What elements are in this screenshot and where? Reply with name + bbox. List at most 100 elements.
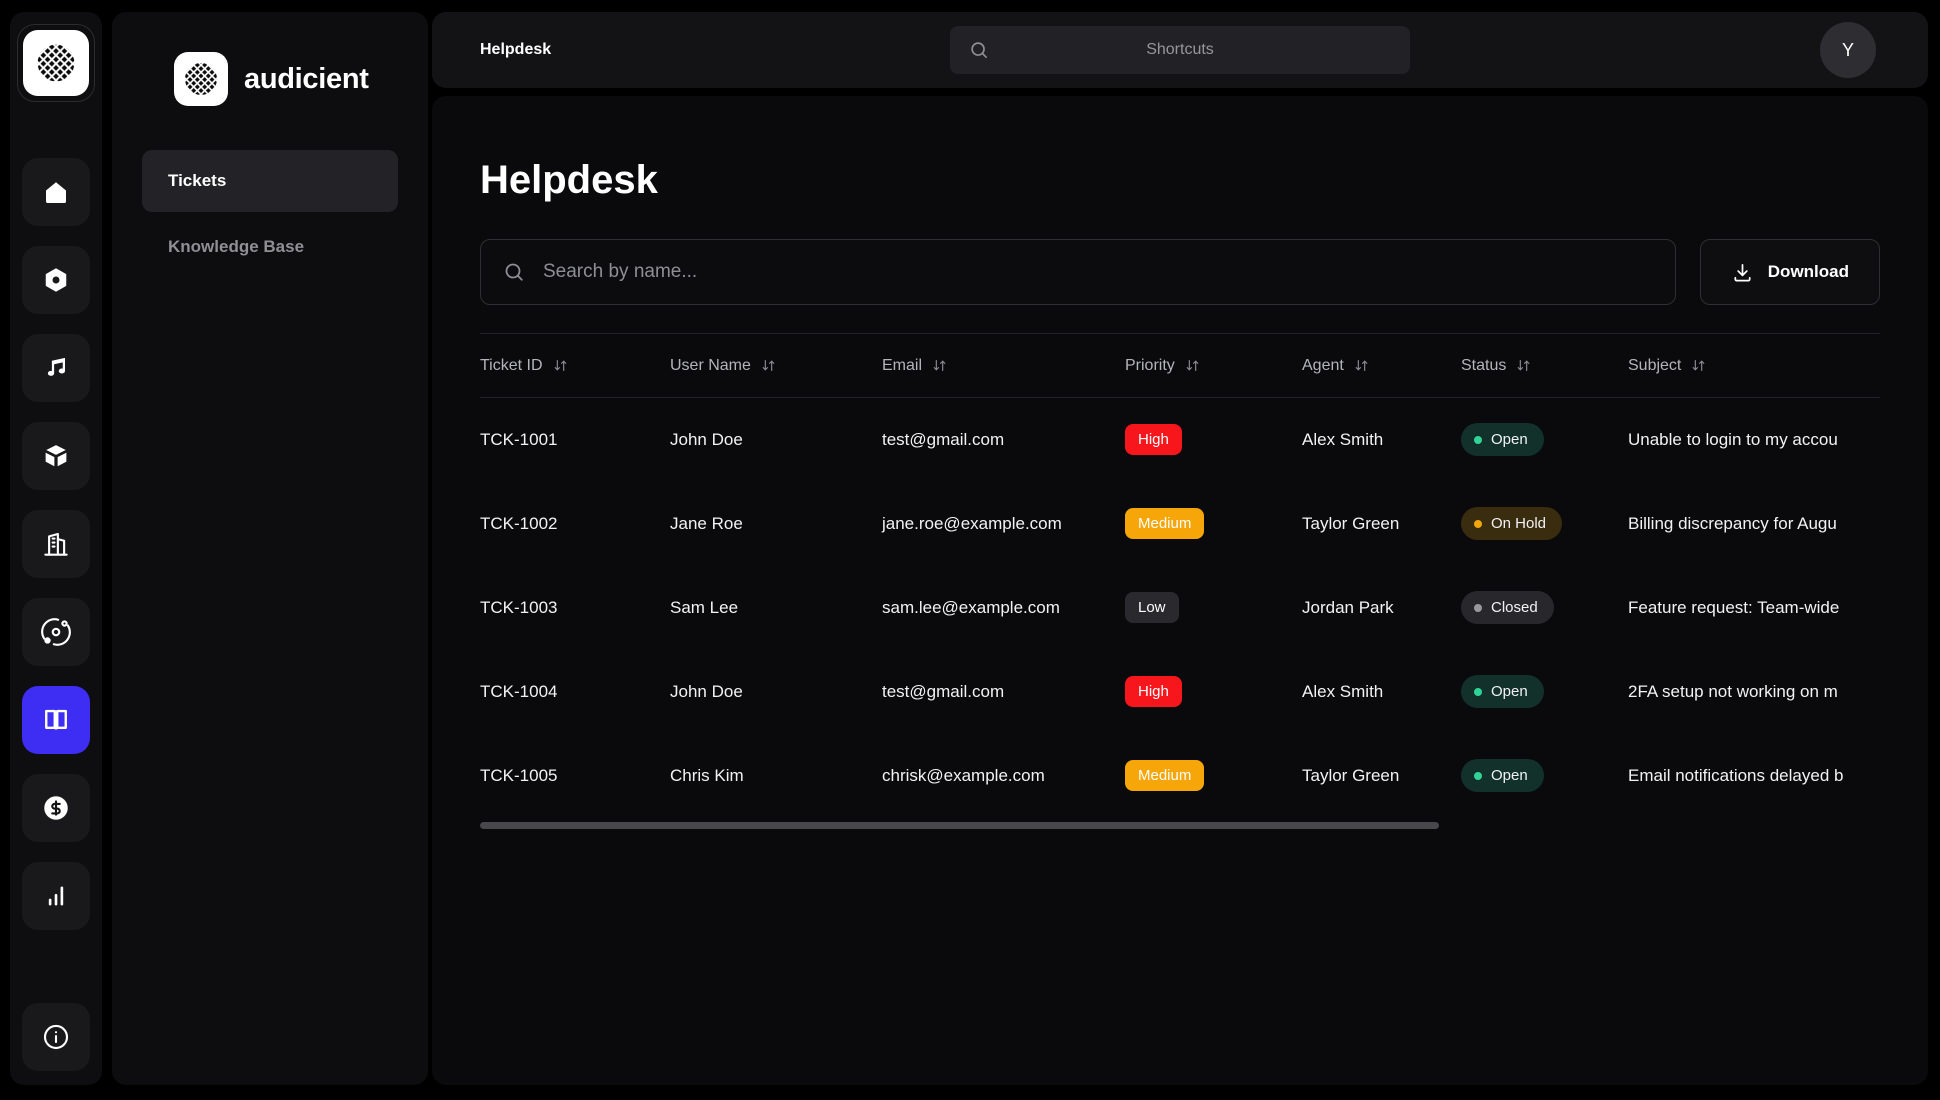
status-dot bbox=[1474, 688, 1482, 696]
search-row: Download bbox=[480, 239, 1880, 305]
agent-cell: Alex Smith bbox=[1302, 398, 1461, 482]
rail-item-dollar-coin-icon[interactable] bbox=[22, 774, 90, 842]
search-input[interactable] bbox=[480, 239, 1676, 305]
status-cell: Open bbox=[1461, 650, 1628, 734]
priority-badge: Medium bbox=[1125, 760, 1204, 791]
status-dot bbox=[1474, 436, 1482, 444]
sidebar-item-knowledge-base[interactable]: Knowledge Base bbox=[142, 216, 398, 278]
ticket-id-cell: TCK-1001 bbox=[480, 398, 670, 482]
status-cell: Open bbox=[1461, 734, 1628, 818]
rail-item-music-note-icon[interactable] bbox=[22, 334, 90, 402]
horizontal-scrollbar-thumb[interactable] bbox=[480, 822, 1439, 829]
horizontal-scrollbar bbox=[480, 822, 1880, 829]
column-label: Priority bbox=[1125, 357, 1175, 375]
search-icon bbox=[502, 260, 526, 284]
priority-cell: Low bbox=[1125, 566, 1302, 650]
user-name-cell: John Doe bbox=[670, 650, 882, 734]
main-content: Helpdesk Download Ticket ID User Name Emai… bbox=[432, 96, 1928, 1085]
topbar: Helpdesk Y bbox=[432, 12, 1928, 88]
column-header-user-name: User Name bbox=[670, 334, 882, 398]
status-dot bbox=[1474, 772, 1482, 780]
sort-icon[interactable] bbox=[1690, 357, 1707, 374]
subject-cell: 2FA setup not working on m bbox=[1628, 650, 1880, 734]
sort-icon[interactable] bbox=[552, 357, 569, 374]
rail-item-open-book-icon[interactable] bbox=[22, 686, 90, 754]
ticket-id-cell: TCK-1003 bbox=[480, 566, 670, 650]
app-logo-icon bbox=[23, 30, 89, 96]
shortcuts-input[interactable] bbox=[950, 26, 1410, 74]
tickets-table-header-row: Ticket ID User Name Email Priority AgentStat… bbox=[480, 334, 1880, 398]
avatar[interactable]: Y bbox=[1820, 22, 1876, 78]
agent-cell: Alex Smith bbox=[1302, 650, 1461, 734]
column-label: Ticket ID bbox=[480, 357, 543, 375]
email-cell: test@gmail.com bbox=[882, 650, 1125, 734]
tickets-table: Ticket ID User Name Email Priority AgentStat… bbox=[480, 333, 1880, 818]
rail-item-hexagon-nut-icon[interactable] bbox=[22, 246, 90, 314]
priority-badge: Low bbox=[1125, 592, 1179, 623]
page-title: Helpdesk bbox=[480, 158, 1880, 203]
email-cell: chrisk@example.com bbox=[882, 734, 1125, 818]
subject-cell: Unable to login to my accou bbox=[1628, 398, 1880, 482]
shortcuts-search bbox=[950, 26, 1410, 74]
tickets-table-body: TCK-1001John Doetest@gmail.comHighAlex S… bbox=[480, 398, 1880, 818]
breadcrumb: Helpdesk bbox=[480, 41, 551, 59]
icon-rail-items bbox=[22, 158, 90, 930]
brand-logo-icon bbox=[174, 52, 228, 106]
column-header-priority: Priority bbox=[1125, 334, 1302, 398]
column-label: Email bbox=[882, 357, 922, 375]
sidebar: audicient TicketsKnowledge Base bbox=[112, 12, 428, 1085]
download-icon bbox=[1731, 261, 1754, 284]
sort-icon[interactable] bbox=[931, 357, 948, 374]
column-header-status: Status bbox=[1461, 334, 1628, 398]
agent-cell: Taylor Green bbox=[1302, 734, 1461, 818]
table-row: TCK-1001John Doetest@gmail.comHigh Alex S… bbox=[480, 398, 1880, 482]
agent-cell: Taylor Green bbox=[1302, 482, 1461, 566]
status-badge: Open bbox=[1461, 675, 1544, 708]
table-row: TCK-1002Jane Roejane.roe@example.comMedi… bbox=[480, 482, 1880, 566]
icon-rail bbox=[10, 12, 102, 1085]
column-header-agent: Agent bbox=[1302, 334, 1461, 398]
rail-item-package-box-icon[interactable] bbox=[22, 422, 90, 490]
user-name-cell: John Doe bbox=[670, 398, 882, 482]
brand: audicient bbox=[112, 12, 428, 106]
status-badge: Open bbox=[1461, 759, 1544, 792]
rail-logo-button[interactable] bbox=[17, 24, 95, 102]
sort-icon[interactable] bbox=[1515, 357, 1532, 374]
rail-item-info-icon[interactable] bbox=[22, 1003, 90, 1071]
sort-icon[interactable] bbox=[760, 357, 777, 374]
ticket-id-cell: TCK-1004 bbox=[480, 650, 670, 734]
rail-item-bar-chart-icon[interactable] bbox=[22, 862, 90, 930]
status-dot bbox=[1474, 520, 1482, 528]
sort-icon[interactable] bbox=[1184, 357, 1201, 374]
status-badge: On Hold bbox=[1461, 507, 1562, 540]
priority-badge: High bbox=[1125, 424, 1182, 455]
ticket-id-cell: TCK-1005 bbox=[480, 734, 670, 818]
table-search bbox=[480, 239, 1676, 305]
column-header-subject: Subject bbox=[1628, 334, 1880, 398]
column-label: User Name bbox=[670, 357, 751, 375]
email-cell: sam.lee@example.com bbox=[882, 566, 1125, 650]
priority-cell: High bbox=[1125, 398, 1302, 482]
priority-cell: Medium bbox=[1125, 734, 1302, 818]
rail-item-orbit-icon[interactable] bbox=[22, 598, 90, 666]
status-badge: Open bbox=[1461, 423, 1544, 456]
email-cell: test@gmail.com bbox=[882, 398, 1125, 482]
user-name-cell: Chris Kim bbox=[670, 734, 882, 818]
rail-item-building-icon[interactable] bbox=[22, 510, 90, 578]
sort-icon[interactable] bbox=[1353, 357, 1370, 374]
column-header-email: Email bbox=[882, 334, 1125, 398]
column-label: Subject bbox=[1628, 357, 1681, 375]
table-row: TCK-1004John Doetest@gmail.comHighAlex S… bbox=[480, 650, 1880, 734]
sidebar-nav: TicketsKnowledge Base bbox=[142, 150, 398, 278]
priority-cell: Medium bbox=[1125, 482, 1302, 566]
status-cell: Closed bbox=[1461, 566, 1628, 650]
rail-item-home-icon[interactable] bbox=[22, 158, 90, 226]
subject-cell: Feature request: Team-wide bbox=[1628, 566, 1880, 650]
subject-cell: Email notifications delayed b bbox=[1628, 734, 1880, 818]
priority-badge: Medium bbox=[1125, 508, 1204, 539]
status-badge: Closed bbox=[1461, 591, 1554, 624]
user-name-cell: Sam Lee bbox=[670, 566, 882, 650]
download-button[interactable]: Download bbox=[1700, 239, 1880, 305]
sidebar-item-tickets[interactable]: Tickets bbox=[142, 150, 398, 212]
table-row: TCK-1005Chris Kimchrisk@example.comMediu… bbox=[480, 734, 1880, 818]
